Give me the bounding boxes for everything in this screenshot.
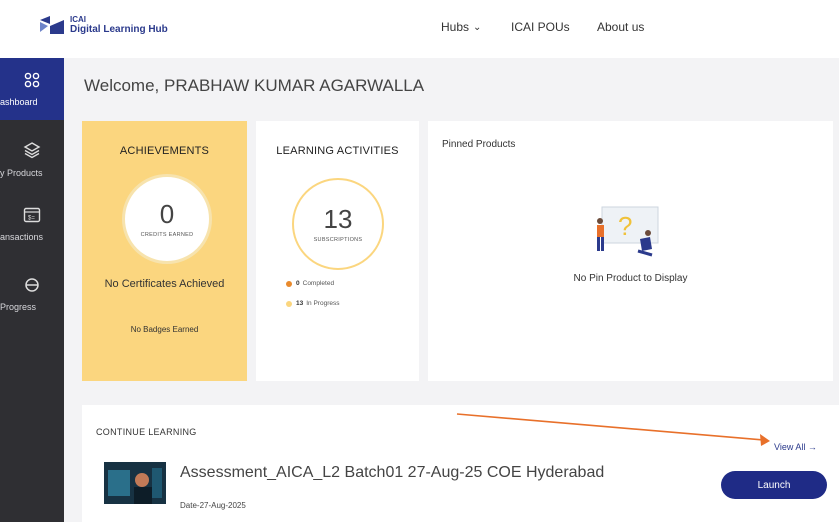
globe-icon bbox=[24, 277, 40, 298]
continue-learning-title: CONTINUE LEARNING bbox=[96, 427, 197, 437]
logo-mark-icon bbox=[38, 14, 66, 36]
learning-activities-title: LEARNING ACTIVITIES bbox=[276, 145, 399, 157]
launch-button[interactable]: Launch bbox=[721, 471, 827, 499]
achievements-card: ACHIEVEMENTS 0 CREDITS EARNED No Certifi… bbox=[82, 121, 247, 381]
top-header: ICAI Digital Learning Hub Hubs ⌄ ICAI PO… bbox=[0, 0, 839, 58]
in-progress-dot-icon bbox=[286, 300, 292, 307]
empty-pins-illustration-icon: ? bbox=[592, 203, 662, 263]
subscriptions-value: 13 bbox=[323, 204, 353, 234]
sidebar-item-my-products[interactable]: y Products bbox=[0, 128, 64, 190]
pinned-products-card: Pinned Products ? No Pin Product to Disp… bbox=[428, 121, 833, 381]
completed-label: Completed bbox=[302, 280, 335, 287]
credits-circle: 0 CREDITS EARNED bbox=[122, 174, 212, 264]
nav-about-us-label: About us bbox=[597, 20, 645, 34]
layers-icon bbox=[23, 141, 41, 164]
dashboard-icon bbox=[24, 72, 40, 93]
sidebar-item-label: ashboard bbox=[0, 96, 38, 107]
svg-text:$=: $= bbox=[28, 215, 35, 221]
icai-logo[interactable]: ICAI Digital Learning Hub bbox=[38, 14, 168, 36]
welcome-prefix: Welcome, bbox=[84, 76, 164, 95]
pinned-products-title: Pinned Products bbox=[442, 139, 516, 150]
learning-activities-card: LEARNING ACTIVITIES 13 SUBSCRIPTIONS 0 C… bbox=[256, 121, 419, 381]
in-progress-legend: 13 In Progress bbox=[286, 300, 339, 307]
sidebar-item-label: Progress bbox=[0, 301, 37, 312]
sidebar-item-label: y Products bbox=[0, 167, 43, 178]
welcome-heading: Welcome, PRABHAW KUMAR AGARWALLA bbox=[84, 76, 424, 96]
certificates-status: No Certificates Achieved bbox=[104, 278, 225, 290]
svg-text:?: ? bbox=[618, 211, 632, 241]
nav-icai-pous-label: ICAI POUs bbox=[511, 20, 570, 34]
nav-hubs-label: Hubs bbox=[441, 20, 470, 34]
logo-title: Digital Learning Hub bbox=[70, 24, 168, 35]
in-progress-label: In Progress bbox=[306, 300, 340, 307]
achievements-title: ACHIEVEMENTS bbox=[119, 145, 210, 157]
course-date: Date-27-Aug-2025 bbox=[180, 501, 246, 510]
chevron-down-icon: ⌄ bbox=[473, 21, 482, 33]
course-title[interactable]: Assessment_AICA_L2 Batch01 27-Aug-25 COE… bbox=[180, 464, 604, 482]
completed-dot-icon bbox=[286, 280, 292, 287]
sidebar-item-transactions[interactable]: $= ansactions bbox=[0, 193, 64, 255]
sidebar: ashboard y Products $= ansactions Progre… bbox=[0, 58, 64, 522]
badges-status: No Badges Earned bbox=[130, 325, 199, 334]
nav-about-us[interactable]: About us bbox=[597, 20, 644, 34]
subscriptions-label: SUBSCRIPTIONS bbox=[313, 237, 363, 243]
subscriptions-circle: 13 SUBSCRIPTIONS bbox=[292, 178, 384, 270]
credits-label: CREDITS EARNED bbox=[140, 232, 194, 238]
no-pins-message: No Pin Product to Display bbox=[573, 273, 688, 284]
sidebar-item-dashboard[interactable]: ashboard bbox=[0, 58, 64, 120]
nav-icai-pous[interactable]: ICAI POUs bbox=[511, 20, 570, 34]
continue-learning-card: CONTINUE LEARNING View All → Assessment_… bbox=[82, 405, 839, 522]
sidebar-item-progress[interactable]: Progress bbox=[0, 263, 64, 325]
completed-value: 0 bbox=[296, 280, 300, 287]
transactions-icon: $= bbox=[23, 207, 41, 228]
nav-hubs[interactable]: Hubs ⌄ bbox=[441, 20, 481, 34]
in-progress-value: 13 bbox=[296, 300, 304, 307]
sidebar-item-label: ansactions bbox=[0, 231, 44, 242]
view-all-link[interactable]: View All → bbox=[774, 442, 817, 452]
user-name: PRABHAW KUMAR AGARWALLA bbox=[164, 76, 425, 95]
course-thumbnail[interactable] bbox=[104, 462, 166, 504]
credits-value: 0 bbox=[159, 199, 175, 229]
completed-legend: 0 Completed bbox=[286, 280, 334, 287]
